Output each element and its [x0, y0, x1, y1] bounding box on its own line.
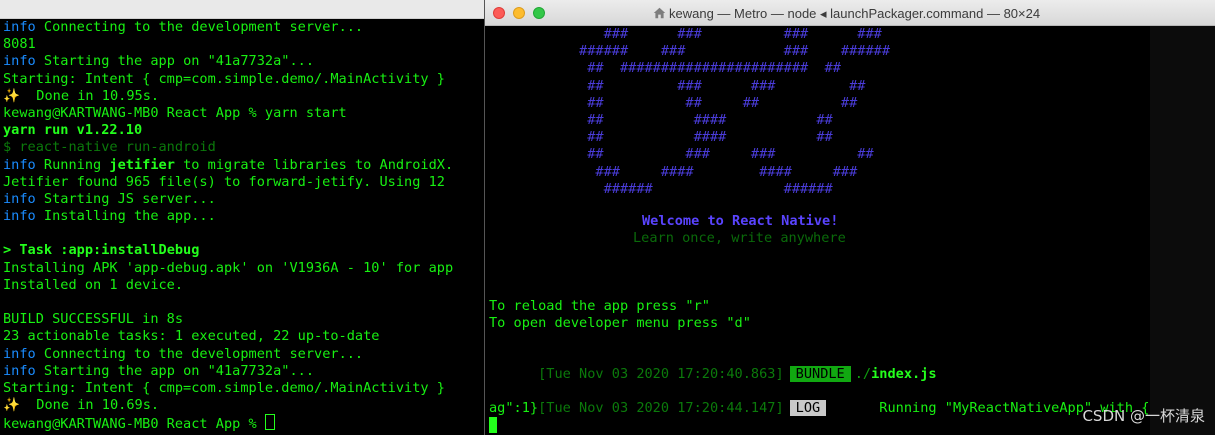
line-text: yarn run v1.22.10	[3, 122, 143, 139]
terminal-line: Starting: Intent { cmp=com.simple.demo/.…	[3, 380, 453, 397]
window-title: kewang — Metro — node ◂ launchPackager.c…	[653, 5, 1040, 22]
window-title-text: kewang — Metro — node ◂ launchPackager.c…	[669, 6, 1041, 21]
line-text: Starting: Intent { cmp=com.simple.demo/.…	[3, 379, 445, 396]
terminal-line: ✨ Done in 10.95s.	[3, 88, 453, 105]
info-tag: info	[3, 156, 36, 173]
bundle-path: ./	[854, 366, 872, 383]
left-terminal-output: info Connecting to the development serve…	[3, 19, 453, 432]
line-text: kewang@KARTWANG-MB0 React App % yarn sta…	[3, 104, 347, 121]
metro-terminal-window[interactable]: kewang — Metro — node ◂ launchPackager.c…	[484, 0, 1215, 435]
terminal-line: Starting: Intent { cmp=com.simple.demo/.…	[3, 71, 453, 88]
terminal-line: > Task :app:installDebug	[3, 242, 453, 259]
line-text: Starting the app on "41a7732a"...	[35, 362, 315, 379]
line-text: Running	[35, 156, 110, 173]
task-prefix: >	[3, 242, 20, 259]
line-text: $ react-native run-android	[3, 139, 216, 156]
line-text: BUILD SUCCESSFUL in 8s	[3, 311, 184, 328]
bundle-timestamp: [Tue Nov 03 2020 17:20:40.863]	[538, 366, 784, 383]
terminal-line: info Connecting to the development serve…	[3, 19, 453, 36]
reload-instruction: To reload the app press "r"	[489, 298, 710, 314]
line-text: Starting the app on "41a7732a"...	[35, 53, 315, 70]
minimize-window-button[interactable]	[513, 7, 525, 19]
terminal-line: info Starting the app on "41a7732a"...	[3, 363, 453, 380]
terminal-scrollbar[interactable]	[1150, 26, 1215, 435]
line-text: Connecting to the development server...	[35, 345, 364, 362]
terminal-line: Installing APK 'app-debug.apk' on 'V1936…	[3, 260, 453, 277]
line-text: Connecting to the development server...	[35, 19, 364, 35]
bundle-file: index.js	[871, 366, 937, 383]
line-text: 23 actionable tasks: 1 executed, 22 up-t…	[3, 328, 380, 345]
terminal-line: Installed on 1 device.	[3, 277, 453, 294]
terminal-line: kewang@KARTWANG-MB0 React App %	[3, 414, 453, 433]
log-badge: LOG	[789, 400, 827, 417]
terminal-cursor	[489, 417, 497, 433]
log-timestamp: [Tue Nov 03 2020 17:20:44.147]	[538, 400, 784, 417]
terminal-line: BUILD SUCCESSFUL in 8s	[3, 311, 453, 328]
terminal-line: 23 actionable tasks: 1 executed, 22 up-t…	[3, 328, 453, 345]
terminal-cursor	[264, 414, 275, 431]
info-tag: info	[3, 53, 36, 70]
bundle-badge: BUNDLE	[789, 366, 851, 383]
react-logo-ascii-art: ### ### ### ### ###### ### ### ###### ##…	[579, 26, 891, 197]
left-window-edge	[0, 0, 484, 19]
terminal-line: yarn run v1.22.10	[3, 122, 453, 139]
line-text: Starting: Intent { cmp=com.simple.demo/.…	[3, 70, 445, 87]
line-text: Starting JS server...	[35, 190, 216, 207]
terminal-line: 8081	[3, 36, 453, 53]
terminal-line: info Starting the app on "41a7732a"...	[3, 53, 453, 70]
info-tag: info	[3, 190, 36, 207]
terminal-line: $ react-native run-android	[3, 139, 453, 156]
terminal-line: info Starting JS server...	[3, 191, 453, 208]
line-text: Installing the app...	[35, 208, 216, 225]
zoom-window-button[interactable]	[533, 7, 545, 19]
devmenu-instruction: To open developer menu press "d"	[489, 315, 751, 331]
terminal-line: info Installing the app...	[3, 208, 453, 225]
info-tag: info	[3, 19, 36, 35]
info-tag: info	[3, 345, 36, 362]
terminal-line: Jetifier found 965 file(s) to forward-je…	[3, 174, 453, 191]
welcome-text: Welcome to React Native!	[642, 213, 839, 229]
task-name: Task :app:installDebug	[19, 242, 200, 259]
line-text: Done in 10.69s.	[19, 397, 160, 414]
close-window-button[interactable]	[493, 7, 505, 19]
line-text: to migrate libraries to AndroidX.	[174, 156, 454, 173]
info-tag: info	[3, 208, 36, 225]
log-message-line2: ag":1}	[489, 400, 539, 416]
tagline-text: Learn once, write anywhere	[633, 230, 846, 246]
terminal-line: ✨ Done in 10.69s.	[3, 397, 453, 414]
line-text: Jetifier found 965 file(s) to forward-je…	[3, 173, 445, 190]
line-text: Installed on 1 device.	[3, 276, 184, 293]
line-text: 8081	[3, 36, 36, 53]
home-folder-icon	[653, 7, 666, 19]
window-titlebar[interactable]: kewang — Metro — node ◂ launchPackager.c…	[485, 0, 1215, 26]
terminal-line: info Connecting to the development serve…	[3, 346, 453, 363]
csdn-watermark: CSDN @一杯清泉	[1082, 406, 1205, 425]
terminal-line: kewang@KARTWANG-MB0 React App % yarn sta…	[3, 105, 453, 122]
sparkles-icon: ✨	[3, 87, 20, 104]
shell-prompt: kewang@KARTWANG-MB0 React App %	[3, 416, 265, 433]
jetifier-keyword: jetifier	[109, 156, 175, 173]
line-text: Done in 10.95s.	[19, 87, 160, 104]
terminal-line: info Running jetifier to migrate librari…	[3, 157, 453, 174]
sparkles-icon: ✨	[3, 397, 20, 414]
line-text: Installing APK 'app-debug.apk' on 'V1936…	[3, 259, 454, 276]
metro-terminal-output[interactable]: ### ### ### ### ###### ### ### ###### ##…	[485, 26, 1215, 435]
left-terminal[interactable]: info Connecting to the development serve…	[0, 0, 484, 435]
info-tag: info	[3, 362, 36, 379]
